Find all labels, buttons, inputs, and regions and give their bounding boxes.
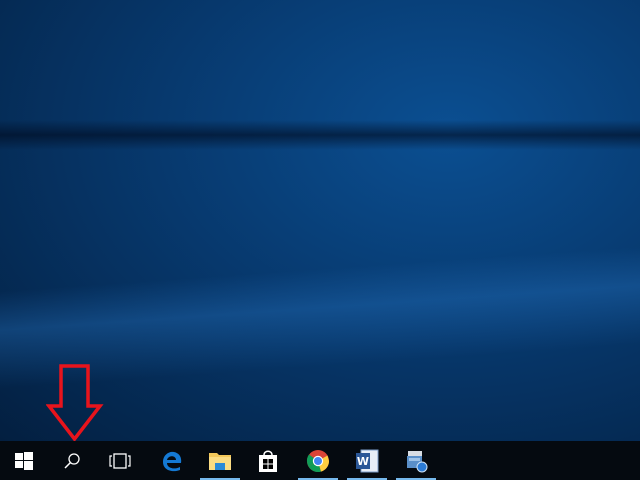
task-view-button[interactable] [96, 441, 144, 480]
chrome-taskbar-button[interactable] [294, 441, 342, 480]
network-app-taskbar-button[interactable] [392, 441, 440, 480]
task-view-icon [109, 452, 131, 469]
word-icon: W [356, 449, 379, 472]
chrome-icon [306, 449, 329, 472]
windows-logo-icon [15, 451, 33, 470]
file-explorer-taskbar-button[interactable] [196, 441, 244, 480]
network-app-icon [407, 450, 428, 472]
edge-taskbar-button[interactable] [148, 441, 196, 480]
svg-text:W: W [357, 455, 369, 468]
store-taskbar-button[interactable] [244, 441, 292, 480]
search-button[interactable] [48, 441, 96, 480]
word-taskbar-button[interactable]: W [343, 441, 391, 480]
red-down-arrow-annotation [46, 364, 104, 442]
store-bag-icon [259, 450, 277, 472]
taskbar: W [0, 441, 640, 480]
start-button[interactable] [0, 441, 48, 480]
search-icon [64, 452, 80, 469]
edge-icon [163, 451, 182, 471]
folder-icon [209, 452, 231, 470]
